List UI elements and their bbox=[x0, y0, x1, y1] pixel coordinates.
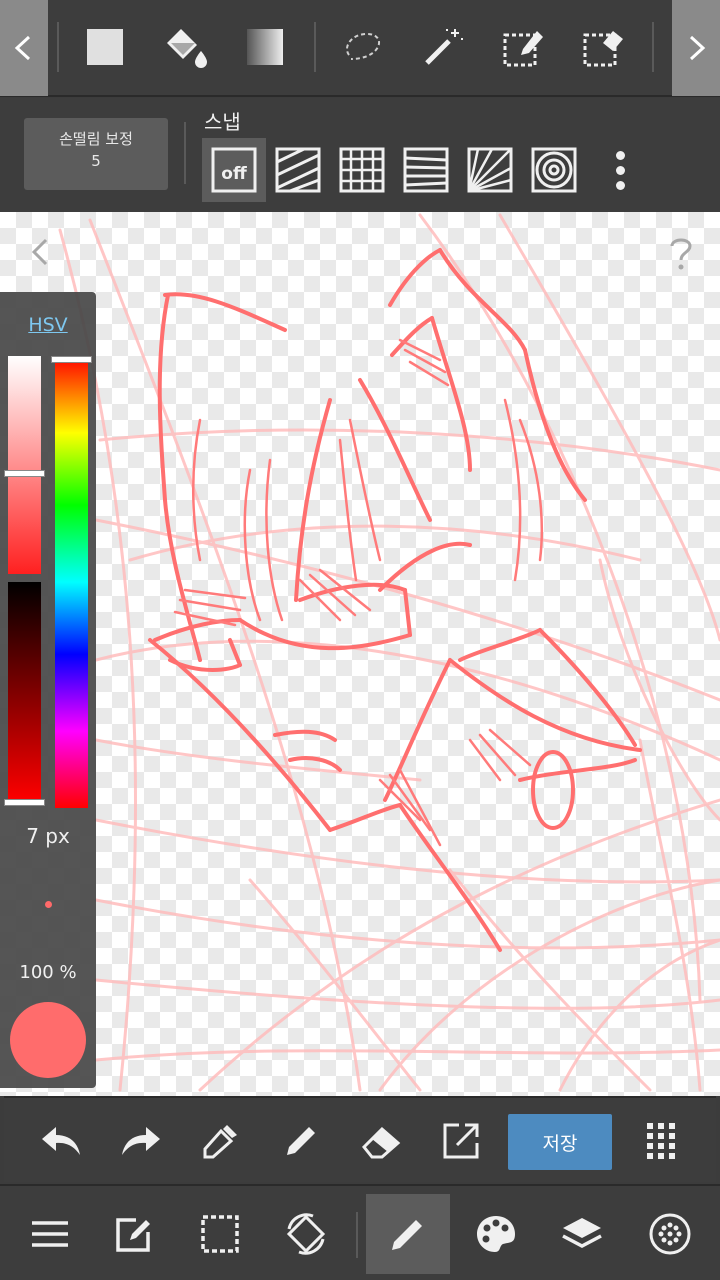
undo-button[interactable] bbox=[36, 1116, 86, 1166]
toolbar-divider bbox=[652, 22, 654, 72]
redo-button[interactable] bbox=[116, 1116, 166, 1166]
dots-grid-icon bbox=[647, 1123, 675, 1159]
snap-more-button[interactable] bbox=[600, 138, 640, 202]
bucket-icon bbox=[167, 29, 207, 68]
layers-icon bbox=[562, 1218, 602, 1248]
selection-eraser-tool[interactable] bbox=[570, 14, 636, 80]
hue-slider[interactable] bbox=[55, 356, 88, 808]
top-toolbar bbox=[0, 0, 720, 97]
eraser-icon bbox=[361, 1126, 401, 1159]
export-button[interactable] bbox=[436, 1116, 486, 1166]
snap-perspective-button[interactable] bbox=[394, 138, 458, 202]
color-panel: HSV 7 px 100 % bbox=[0, 292, 96, 1088]
export-icon bbox=[443, 1123, 479, 1159]
select-eraser-icon bbox=[583, 31, 623, 67]
chevron-left-icon bbox=[14, 35, 31, 61]
canvas-back-icon[interactable] bbox=[24, 232, 56, 272]
more-actions-button[interactable] bbox=[636, 1116, 686, 1166]
drawing-canvas[interactable] bbox=[0, 212, 720, 1096]
help-icon[interactable] bbox=[660, 232, 702, 274]
value-slider-handle[interactable] bbox=[4, 799, 45, 806]
main-menu-button[interactable] bbox=[8, 1194, 92, 1274]
save-button[interactable]: 저장 bbox=[508, 1114, 612, 1170]
chevron-right-icon bbox=[689, 35, 706, 61]
eraser-button[interactable] bbox=[356, 1116, 406, 1166]
bucket-tool[interactable] bbox=[152, 14, 218, 80]
edit-icon bbox=[116, 1218, 150, 1252]
saturation-slider[interactable] bbox=[8, 356, 41, 574]
hsv-mode-link[interactable]: HSV bbox=[0, 314, 96, 336]
toolbar-divider bbox=[57, 22, 59, 72]
redo-icon bbox=[122, 1127, 160, 1155]
lasso-icon bbox=[346, 32, 381, 60]
circle-icon bbox=[531, 147, 577, 193]
grid-icon bbox=[339, 147, 385, 193]
lasso-tool[interactable] bbox=[330, 14, 396, 80]
action-bar: 저장 bbox=[4, 1096, 716, 1182]
materials-button[interactable] bbox=[628, 1194, 712, 1274]
brush-panel-button[interactable] bbox=[366, 1194, 450, 1274]
snap-radial-button[interactable] bbox=[458, 138, 522, 202]
snap-off-icon: off bbox=[211, 147, 257, 193]
eyedropper-icon bbox=[203, 1125, 237, 1159]
perspective-icon bbox=[403, 147, 449, 193]
gradient-tool[interactable] bbox=[232, 14, 298, 80]
pen-tool-button[interactable] bbox=[276, 1116, 326, 1166]
hue-slider-handle[interactable] bbox=[51, 356, 92, 363]
fill-rect-tool[interactable] bbox=[72, 14, 138, 80]
value-slider[interactable] bbox=[8, 582, 41, 802]
snap-label: 스냅 bbox=[204, 110, 241, 134]
stabilizer-value: 5 bbox=[91, 152, 101, 170]
edit-menu-button[interactable] bbox=[92, 1194, 176, 1274]
rotate-canvas-button[interactable] bbox=[264, 1194, 348, 1274]
palette-icon bbox=[477, 1216, 515, 1252]
more-dot bbox=[615, 180, 625, 190]
snap-grid-button[interactable] bbox=[330, 138, 394, 202]
materials-icon bbox=[649, 1213, 691, 1255]
gradient-icon bbox=[247, 29, 283, 65]
more-dot bbox=[615, 165, 625, 175]
brush-size-preview bbox=[45, 901, 52, 908]
snap-off-text: off bbox=[221, 164, 247, 184]
parallel-line-icon bbox=[275, 147, 321, 193]
selection-icon bbox=[201, 1215, 239, 1253]
selection-pen-tool[interactable] bbox=[490, 14, 556, 80]
eyedropper-button[interactable] bbox=[196, 1116, 246, 1166]
toolbar-divider bbox=[314, 22, 316, 72]
menu-icon bbox=[32, 1221, 68, 1247]
fill-rect-icon bbox=[87, 29, 123, 65]
options-divider bbox=[184, 122, 186, 184]
pen-icon bbox=[287, 1127, 315, 1155]
opacity-label[interactable]: 100 % bbox=[0, 962, 96, 983]
snap-off-button[interactable]: off bbox=[202, 138, 266, 202]
saturation-slider-handle[interactable] bbox=[4, 470, 45, 477]
sketch-artwork bbox=[58, 213, 720, 1092]
brush-size-label[interactable]: 7 px bbox=[0, 824, 96, 848]
brush-options-bar: 손떨림 보정 5 스냅 off bbox=[0, 98, 720, 212]
more-dot bbox=[615, 150, 625, 160]
bottom-navigation bbox=[0, 1184, 720, 1280]
color-palette-button[interactable] bbox=[454, 1194, 538, 1274]
select-pen-icon bbox=[503, 31, 543, 67]
magic-wand-icon bbox=[425, 29, 463, 65]
undo-icon bbox=[42, 1127, 80, 1155]
stabilizer-label: 손떨림 보정 bbox=[59, 130, 133, 148]
selection-button[interactable] bbox=[178, 1194, 262, 1274]
toolbar-scroll-right-button[interactable] bbox=[672, 0, 720, 96]
current-color-swatch[interactable] bbox=[10, 1002, 86, 1078]
snap-circle-button[interactable] bbox=[522, 138, 586, 202]
rotate-icon bbox=[286, 1213, 326, 1255]
stabilizer-button[interactable]: 손떨림 보정 5 bbox=[24, 118, 168, 190]
toolbar-scroll-left-button[interactable] bbox=[0, 0, 48, 96]
magic-wand-tool[interactable] bbox=[410, 14, 476, 80]
nav-divider bbox=[356, 1212, 358, 1258]
layers-button[interactable] bbox=[540, 1194, 624, 1274]
snap-parallel-button[interactable] bbox=[266, 138, 330, 202]
brush-icon bbox=[392, 1220, 422, 1250]
radial-line-icon bbox=[467, 147, 513, 193]
